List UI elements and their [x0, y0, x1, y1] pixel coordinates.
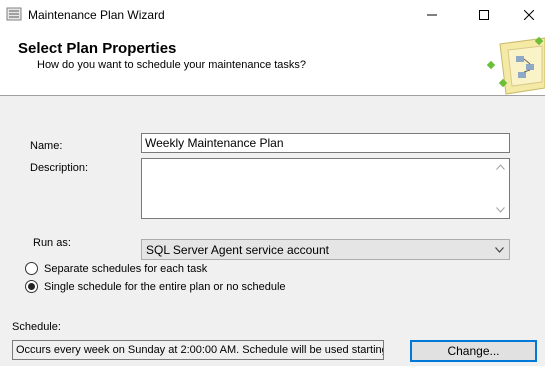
schedule-label: Schedule: — [12, 321, 61, 333]
run-as-dropdown[interactable]: SQL Server Agent service account — [141, 239, 510, 260]
close-icon — [524, 10, 534, 20]
radio-button-single[interactable] — [25, 280, 38, 293]
name-input[interactable] — [141, 133, 510, 153]
name-label: Name: — [30, 140, 63, 152]
wizard-header: Select Plan Properties How do you want t… — [0, 30, 545, 96]
page-subtitle: How do you want to schedule your mainten… — [37, 59, 307, 71]
description-label: Description: — [30, 162, 89, 174]
maximize-button[interactable] — [461, 0, 507, 30]
chevron-down-icon — [495, 247, 504, 253]
radio-separate-schedules[interactable]: Separate schedules for each task — [25, 262, 207, 275]
radio-button-separate[interactable] — [25, 262, 38, 275]
page-title: Select Plan Properties — [18, 40, 177, 57]
minimize-icon — [427, 14, 437, 16]
radio-separate-label: Separate schedules for each task — [44, 262, 208, 275]
radio-single-schedule[interactable]: Single schedule for the entire plan or n… — [25, 280, 286, 293]
radio-selected-dot — [28, 283, 35, 290]
wizard-illustration-icon — [486, 36, 545, 95]
radio-single-label: Single schedule for the entire plan or n… — [44, 280, 286, 293]
schedule-description-field: Occurs every week on Sunday at 2:00:00 A… — [12, 340, 384, 360]
run-as-selected-value: SQL Server Agent service account — [146, 243, 329, 257]
title-bar: Maintenance Plan Wizard — [0, 0, 545, 30]
description-input[interactable] — [141, 158, 510, 219]
change-schedule-button[interactable]: Change... — [410, 340, 537, 362]
close-button[interactable] — [506, 0, 545, 30]
run-as-label: Run as: — [33, 237, 71, 249]
maximize-icon — [479, 10, 489, 20]
description-scrollbar[interactable] — [492, 159, 509, 218]
scroll-up-icon[interactable] — [496, 164, 505, 170]
maintenance-plan-icon — [6, 7, 22, 21]
minimize-button[interactable] — [409, 0, 455, 30]
window-title: Maintenance Plan Wizard — [28, 8, 165, 22]
scroll-down-icon[interactable] — [496, 207, 505, 213]
